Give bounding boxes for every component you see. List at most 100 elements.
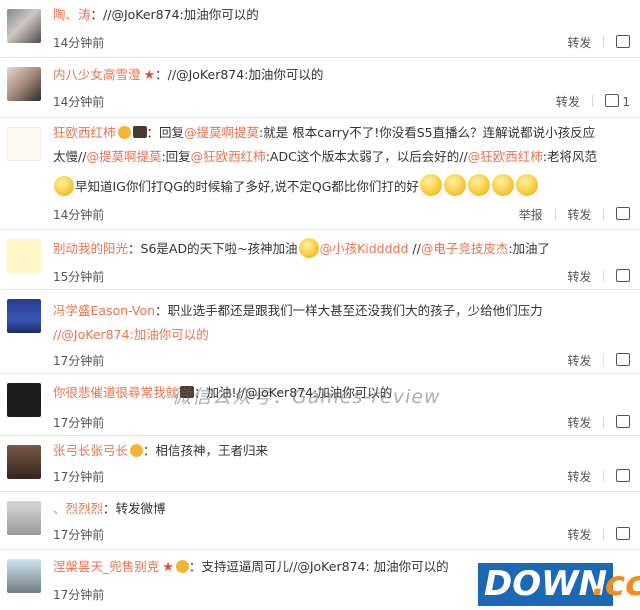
report-button[interactable]: 举报 bbox=[519, 206, 543, 223]
user-name[interactable]: 你很悲催道很尋常我就 bbox=[53, 385, 178, 400]
mention-link[interactable]: @狂欧西红柿 bbox=[191, 149, 266, 164]
thumbs-up-icon bbox=[616, 527, 630, 540]
comment-text: 别动我的阳光：S6是AD的天下啦~孩神加油 @小孩Kiddddd //@电子竞技皮… bbox=[53, 238, 632, 260]
user-name[interactable]: 内八少女高雪澄 bbox=[53, 67, 141, 82]
divider bbox=[591, 95, 593, 107]
mention-link[interactable]: //@JoKer874:加油你可以的 bbox=[53, 327, 209, 342]
user-name[interactable]: 冯学盛Eason-Von bbox=[53, 303, 155, 318]
logo-text-cc: .cc bbox=[592, 564, 640, 604]
comment-text: 张弓长张弓长 ：相信孩神，王者归来 bbox=[53, 443, 269, 458]
thumbs-up-icon bbox=[616, 207, 630, 220]
like-button[interactable] bbox=[616, 353, 630, 368]
avatar[interactable] bbox=[7, 9, 41, 43]
avatar[interactable] bbox=[7, 501, 41, 535]
emoji-icon bbox=[298, 238, 319, 258]
mention-link[interactable]: @提莫啊提莫 bbox=[184, 125, 259, 140]
divider bbox=[603, 354, 605, 366]
repost-button[interactable]: 转发 bbox=[567, 526, 591, 543]
mention-link[interactable]: @提莫啊提莫 bbox=[86, 149, 161, 164]
mention-link[interactable]: @电子竞技皮杰 bbox=[421, 241, 509, 256]
divider bbox=[603, 208, 605, 220]
avatar[interactable] bbox=[7, 67, 41, 101]
comment-text: 陶、涛：//@JoKer874:加油你可以的 bbox=[53, 4, 632, 26]
avatar[interactable] bbox=[7, 239, 41, 273]
like-button[interactable] bbox=[616, 415, 630, 430]
member-icon bbox=[132, 126, 147, 138]
like-button[interactable]: 1 bbox=[604, 94, 630, 109]
comment-text: 狂欧西红柿 ：回复@提莫啊提莫:就是 根本carry不了!你没看S5直播么？连解说… bbox=[53, 125, 596, 140]
like-button[interactable] bbox=[616, 527, 630, 542]
comment-text-line2: 太慢//@提莫啊提莫:回复@狂欧西红柿:ADC这个版本太弱了，以后会好的//@狂… bbox=[53, 149, 597, 164]
comment-item: 陶、涛：//@JoKer874:加油你可以的 14分钟前 转发 bbox=[0, 0, 640, 58]
timestamp: 17分钟前 bbox=[53, 528, 105, 542]
like-button[interactable] bbox=[616, 35, 630, 50]
comment-feed: 陶、涛：//@JoKer874:加油你可以的 14分钟前 转发 内八少女高雪澄 ★… bbox=[0, 0, 640, 610]
divider bbox=[603, 36, 605, 48]
comment-body: ：//@JoKer874:加油你可以的 bbox=[90, 7, 259, 22]
comment-item: 冯学盛Eason-Von：职业选手都还是跟我们一样大甚至还没我们大的孩子，少给他… bbox=[0, 290, 640, 374]
watermark: 微信公众号：Games-review bbox=[172, 386, 441, 408]
comment-actions: 转发 bbox=[559, 526, 630, 543]
comment-actions: 转发 bbox=[559, 34, 630, 51]
repost-button[interactable]: 转发 bbox=[556, 93, 580, 110]
repost-button[interactable]: 转发 bbox=[567, 34, 591, 51]
comment-item: 内八少女高雪澄 ★：//@JoKer874:加油你可以的 14分钟前 转发 1 bbox=[0, 58, 640, 118]
user-name[interactable]: 涅槃昙天_兜售别克 bbox=[53, 559, 159, 574]
avatar[interactable] bbox=[7, 559, 41, 593]
thumbs-up-icon bbox=[616, 469, 630, 482]
comment-actions: 转发 bbox=[559, 414, 630, 431]
comment-item: 别动我的阳光：S6是AD的天下啦~孩神加油 @小孩Kiddddd //@电子竞技皮… bbox=[0, 230, 640, 290]
emoji-icon bbox=[491, 174, 514, 196]
user-name[interactable]: 、烈烈烈 bbox=[53, 501, 103, 516]
avatar[interactable] bbox=[7, 445, 41, 479]
timestamp: 17分钟前 bbox=[53, 416, 105, 430]
avatar[interactable] bbox=[7, 299, 41, 333]
emoji-icon bbox=[419, 174, 442, 196]
site-logo: DOWN .cc bbox=[476, 563, 640, 610]
avatar[interactable] bbox=[7, 383, 41, 417]
repost-button[interactable]: 转发 bbox=[567, 352, 591, 369]
divider bbox=[603, 470, 605, 482]
mention-link[interactable]: @狂欧西红柿 bbox=[468, 149, 543, 164]
laugh-emoji-icon bbox=[54, 176, 74, 196]
timestamp: 14分钟前 bbox=[53, 95, 105, 109]
divider bbox=[603, 528, 605, 540]
divider bbox=[603, 416, 605, 428]
star-icon: ★ bbox=[143, 68, 156, 83]
user-name[interactable]: 狂欧西红柿 bbox=[53, 125, 116, 140]
comment-text-line2: //@JoKer874:加油你可以的 bbox=[53, 324, 632, 346]
timestamp: 17分钟前 bbox=[53, 470, 105, 484]
thumbs-up-icon bbox=[616, 269, 630, 282]
like-button[interactable] bbox=[616, 469, 630, 484]
comment-text: 、烈烈烈：转发微博 bbox=[53, 501, 166, 516]
user-name[interactable]: 张弓长张弓长 bbox=[53, 443, 128, 458]
emoji-icon bbox=[443, 174, 466, 196]
vip-badge-icon bbox=[117, 126, 131, 139]
repost-button[interactable]: 转发 bbox=[567, 414, 591, 431]
timestamp: 15分钟前 bbox=[53, 270, 105, 284]
repost-button[interactable]: 转发 bbox=[567, 468, 591, 485]
comment-item: 张弓长张弓长 ：相信孩神，王者归来 17分钟前 转发 bbox=[0, 436, 640, 492]
vip-badge-icon bbox=[175, 560, 189, 573]
like-button[interactable] bbox=[616, 207, 630, 222]
timestamp: 17分钟前 bbox=[53, 588, 105, 602]
star-icon: ★ bbox=[162, 560, 174, 575]
user-name[interactable]: 陶、涛 bbox=[53, 7, 91, 22]
thumbs-up-icon bbox=[616, 35, 630, 48]
comment-item: 、烈烈烈：转发微博 17分钟前 转发 bbox=[0, 492, 640, 550]
repost-button[interactable]: 转发 bbox=[567, 268, 591, 285]
divider bbox=[554, 208, 556, 220]
timestamp: 17分钟前 bbox=[53, 354, 105, 368]
like-count: 1 bbox=[622, 95, 630, 109]
user-name[interactable]: 别动我的阳光 bbox=[53, 241, 128, 256]
comment-actions: 举报 转发 bbox=[511, 206, 630, 223]
avatar[interactable] bbox=[7, 127, 41, 161]
comment-actions: 转发 bbox=[559, 468, 630, 485]
like-button[interactable] bbox=[616, 269, 630, 284]
comment-actions: 转发 1 bbox=[548, 93, 630, 110]
divider bbox=[603, 270, 605, 282]
mention-link[interactable]: @小孩Kiddddd bbox=[320, 241, 409, 256]
comment-item: 狂欧西红柿 ：回复@提莫啊提莫:就是 根本carry不了!你没看S5直播么？连解说… bbox=[0, 118, 640, 230]
timestamp: 14分钟前 bbox=[53, 36, 105, 50]
repost-button[interactable]: 转发 bbox=[567, 206, 591, 223]
